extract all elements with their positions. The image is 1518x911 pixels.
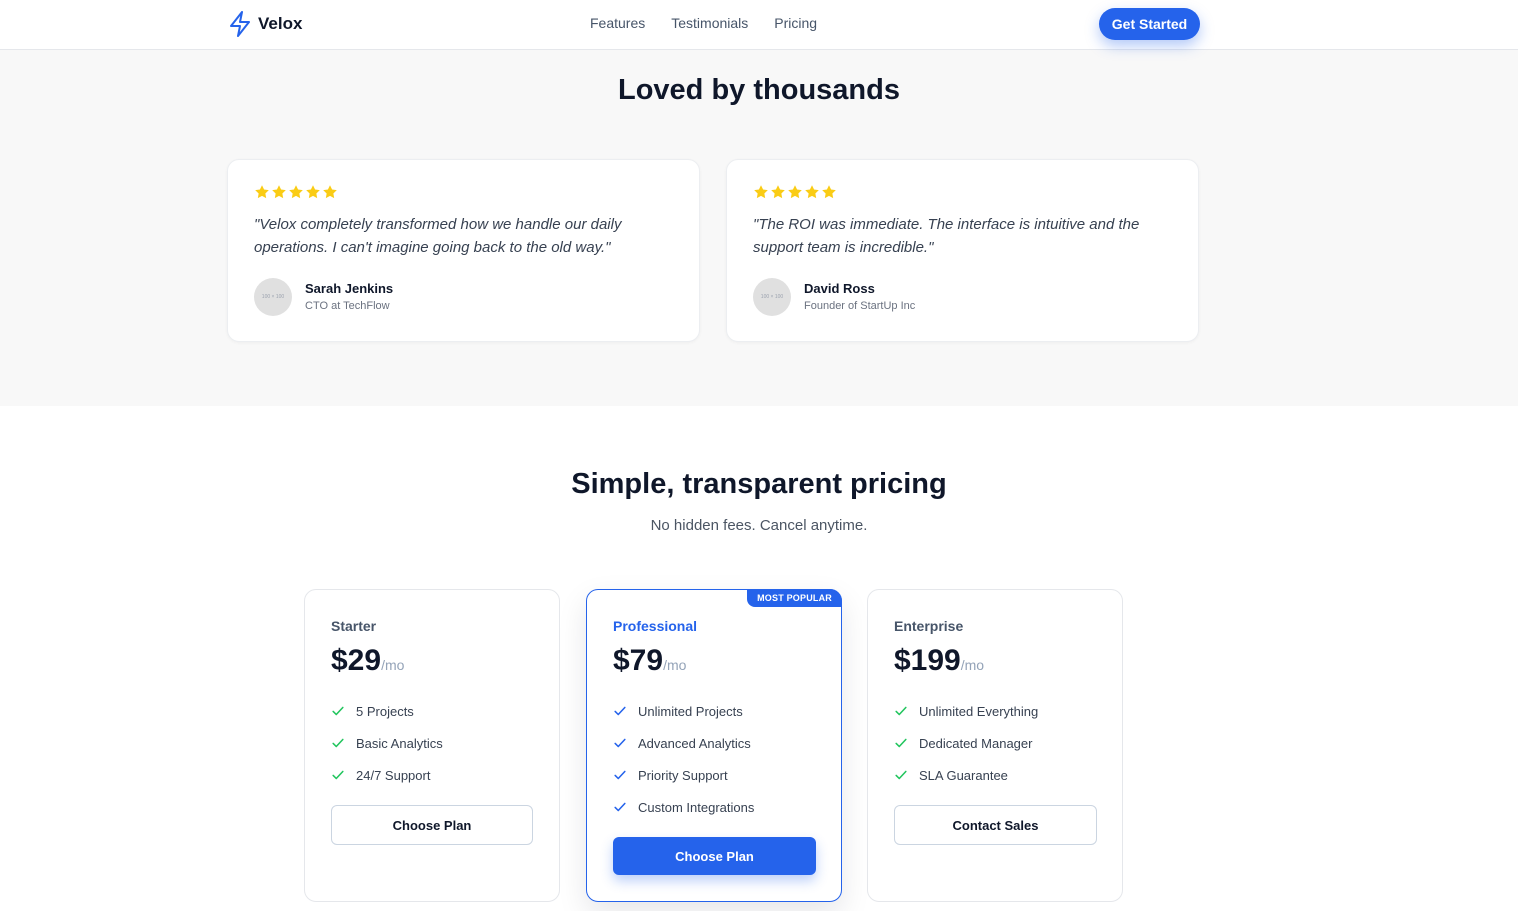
pricing-title: Simple, transparent pricing	[571, 468, 947, 500]
price-amount: $79	[613, 644, 664, 677]
pricing-card-enterprise: Enterprise $199 /mo Unlimited Everything…	[867, 589, 1123, 902]
plan-price: $199 /mo	[894, 644, 984, 678]
star-icon	[306, 185, 320, 199]
pricing-subtitle: No hidden fees. Cancel anytime.	[650, 517, 868, 534]
check-icon	[332, 738, 344, 748]
feature-label: SLA Guarantee	[919, 767, 1008, 783]
feature-item: Custom Integrations	[613, 791, 754, 823]
price-amount: $199	[894, 644, 961, 677]
top-navbar: Velox Features Testimonials Pricing Get …	[0, 0, 1518, 50]
brand-name: Velox	[258, 14, 303, 33]
feature-list: 5 Projects Basic Analytics 24/7 Support	[331, 695, 443, 791]
feature-item: SLA Guarantee	[894, 759, 1038, 791]
pricing-card-starter: Starter $29 /mo 5 Projects Basic Analyti…	[304, 589, 560, 902]
feature-item: Unlimited Projects	[613, 695, 754, 727]
feature-item: Unlimited Everything	[894, 695, 1038, 727]
testimonial-author: Sarah Jenkins	[305, 281, 394, 296]
price-period: /mo	[381, 657, 405, 673]
testimonials-section: Loved by thousands "Velox completely tra…	[0, 50, 1518, 406]
plan-name: Enterprise	[894, 618, 964, 634]
nav-links: Features Testimonials Pricing	[590, 15, 817, 31]
star-icon	[788, 185, 802, 199]
star-icon	[754, 185, 768, 199]
get-started-button[interactable]: Get Started	[1099, 8, 1200, 40]
star-rating	[254, 184, 338, 200]
check-icon	[895, 770, 907, 780]
star-icon	[822, 185, 836, 199]
avatar: 100 × 100	[753, 278, 791, 316]
check-icon	[895, 706, 907, 716]
feature-label: Basic Analytics	[356, 735, 443, 751]
plan-name: Professional	[613, 618, 698, 634]
feature-item: Priority Support	[613, 759, 754, 791]
feature-list: Unlimited Projects Advanced Analytics Pr…	[613, 695, 754, 823]
star-rating	[753, 184, 837, 200]
feature-label: Dedicated Manager	[919, 735, 1033, 751]
check-icon	[332, 706, 344, 716]
feature-item: Advanced Analytics	[613, 727, 754, 759]
feature-label: Priority Support	[638, 767, 728, 783]
brand-logo[interactable]: Velox	[228, 11, 302, 37]
feature-item: 24/7 Support	[331, 759, 443, 791]
price-period: /mo	[960, 657, 985, 673]
testimonials-title: Loved by thousands	[618, 74, 900, 106]
feature-label: Unlimited Everything	[919, 703, 1039, 719]
pricing-section: Simple, transparent pricing No hidden fe…	[0, 406, 1518, 911]
lightning-bolt-icon	[230, 11, 250, 37]
nav-link-pricing[interactable]: Pricing	[774, 15, 817, 31]
star-icon	[272, 185, 286, 199]
feature-item: Dedicated Manager	[894, 727, 1038, 759]
pricing-card-professional: MOST POPULAR Professional $79 /mo Unlimi…	[586, 589, 842, 902]
nav-link-testimonials[interactable]: Testimonials	[671, 15, 748, 31]
star-icon	[323, 185, 337, 199]
feature-label: 5 Projects	[356, 703, 414, 719]
feature-list: Unlimited Everything Dedicated Manager S…	[894, 695, 1038, 791]
check-icon	[614, 706, 626, 716]
testimonial-role: Founder of StartUp Inc	[804, 300, 916, 312]
star-icon	[255, 185, 269, 199]
star-icon	[771, 185, 785, 199]
nav-link-features[interactable]: Features	[590, 15, 645, 31]
avatar: 100 × 100	[254, 278, 292, 316]
star-icon	[289, 185, 303, 199]
feature-label: Custom Integrations	[638, 799, 755, 815]
testimonial-quote: "Velox completely transformed how we han…	[254, 216, 622, 256]
testimonial-quote: "The ROI was immediate. The interface is…	[753, 216, 1140, 256]
star-icon	[805, 185, 819, 199]
plan-price: $79 /mo	[613, 644, 686, 678]
feature-label: Unlimited Projects	[638, 703, 743, 719]
check-icon	[895, 738, 907, 748]
price-period: /mo	[663, 657, 687, 673]
feature-label: 24/7 Support	[356, 767, 431, 783]
price-amount: $29	[331, 644, 382, 677]
testimonial-card: "Velox completely transformed how we han…	[227, 159, 700, 342]
testimonial-role: CTO at TechFlow	[305, 300, 390, 312]
contact-sales-button[interactable]: Contact Sales	[894, 805, 1097, 845]
plan-name: Starter	[331, 618, 377, 634]
testimonial-author: David Ross	[804, 281, 875, 296]
feature-item: Basic Analytics	[331, 727, 443, 759]
plan-price: $29 /mo	[331, 644, 404, 678]
choose-plan-button[interactable]: Choose Plan	[331, 805, 533, 845]
check-icon	[332, 770, 344, 780]
choose-plan-button[interactable]: Choose Plan	[613, 837, 816, 875]
check-icon	[614, 770, 626, 780]
testimonial-card: "The ROI was immediate. The interface is…	[726, 159, 1199, 342]
most-popular-badge: MOST POPULAR	[747, 589, 842, 607]
feature-label: Advanced Analytics	[638, 735, 751, 751]
check-icon	[614, 802, 626, 812]
check-icon	[614, 738, 626, 748]
feature-item: 5 Projects	[331, 695, 443, 727]
